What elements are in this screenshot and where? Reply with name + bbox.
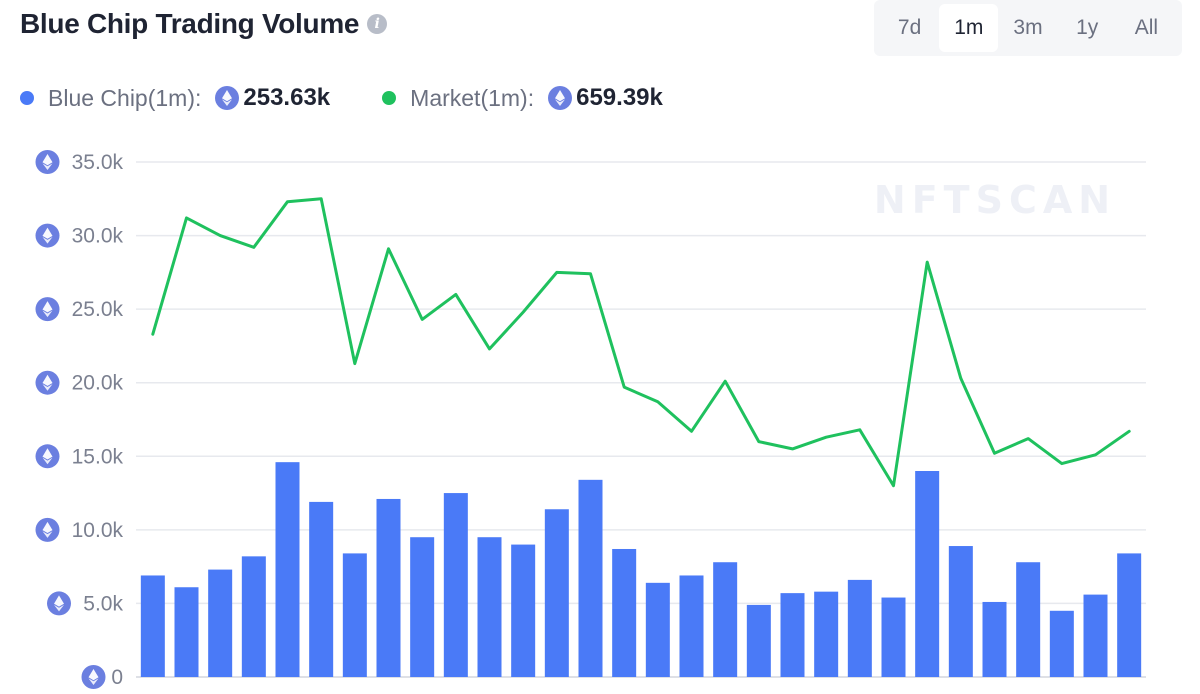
bar: [1083, 594, 1108, 677]
bar: [780, 593, 805, 677]
bar: [982, 601, 1007, 677]
y-tick-label: 10.0k: [72, 519, 124, 542]
eth-icon: [35, 444, 60, 469]
bar: [881, 597, 906, 677]
eth-icon: [47, 591, 71, 616]
bar: [477, 537, 502, 677]
bar: [342, 553, 367, 677]
bar: [679, 575, 704, 677]
y-tick-label: 35.0k: [72, 151, 124, 174]
bar: [275, 462, 300, 677]
y-tick-label: 15.0k: [72, 445, 124, 468]
bar: [208, 569, 233, 677]
chart-area: NFTSCAN 0 5.0k 10.0k 15.0k 20.0k 25.0k 30.0k 35.…: [35, 150, 1146, 689]
bar: [140, 575, 165, 677]
eth-icon: [81, 665, 106, 689]
bar: [915, 471, 940, 677]
market-line: [151, 197, 1131, 488]
eth-icon: [35, 223, 60, 248]
bar: [814, 591, 839, 677]
bar: [948, 546, 973, 677]
bar: [410, 537, 435, 677]
bar: [1049, 610, 1074, 677]
bar: [1016, 562, 1041, 677]
y-tick-label: 20.0k: [72, 372, 124, 395]
eth-icon: [35, 150, 60, 174]
bar: [511, 544, 536, 677]
watermark: NFTSCAN: [874, 178, 1116, 222]
y-tick-label: 25.0k: [72, 298, 124, 321]
y-tick-label: 0: [111, 666, 123, 689]
bar: [376, 498, 401, 677]
bar: [309, 501, 334, 677]
eth-icon: [35, 517, 60, 542]
bar: [443, 493, 468, 677]
bar: [645, 582, 670, 677]
bar: [713, 562, 738, 677]
y-tick-label: 30.0k: [72, 225, 124, 248]
eth-icon: [35, 370, 60, 395]
bar: [847, 579, 872, 677]
y-tick-label: 5.0k: [83, 592, 123, 615]
bar: [544, 509, 569, 677]
eth-icon: [35, 297, 60, 322]
bar: [241, 556, 266, 677]
bar: [174, 587, 199, 677]
bar: [578, 479, 603, 677]
bar: [612, 548, 637, 677]
bar: [1117, 553, 1142, 677]
bar: [746, 604, 771, 677]
